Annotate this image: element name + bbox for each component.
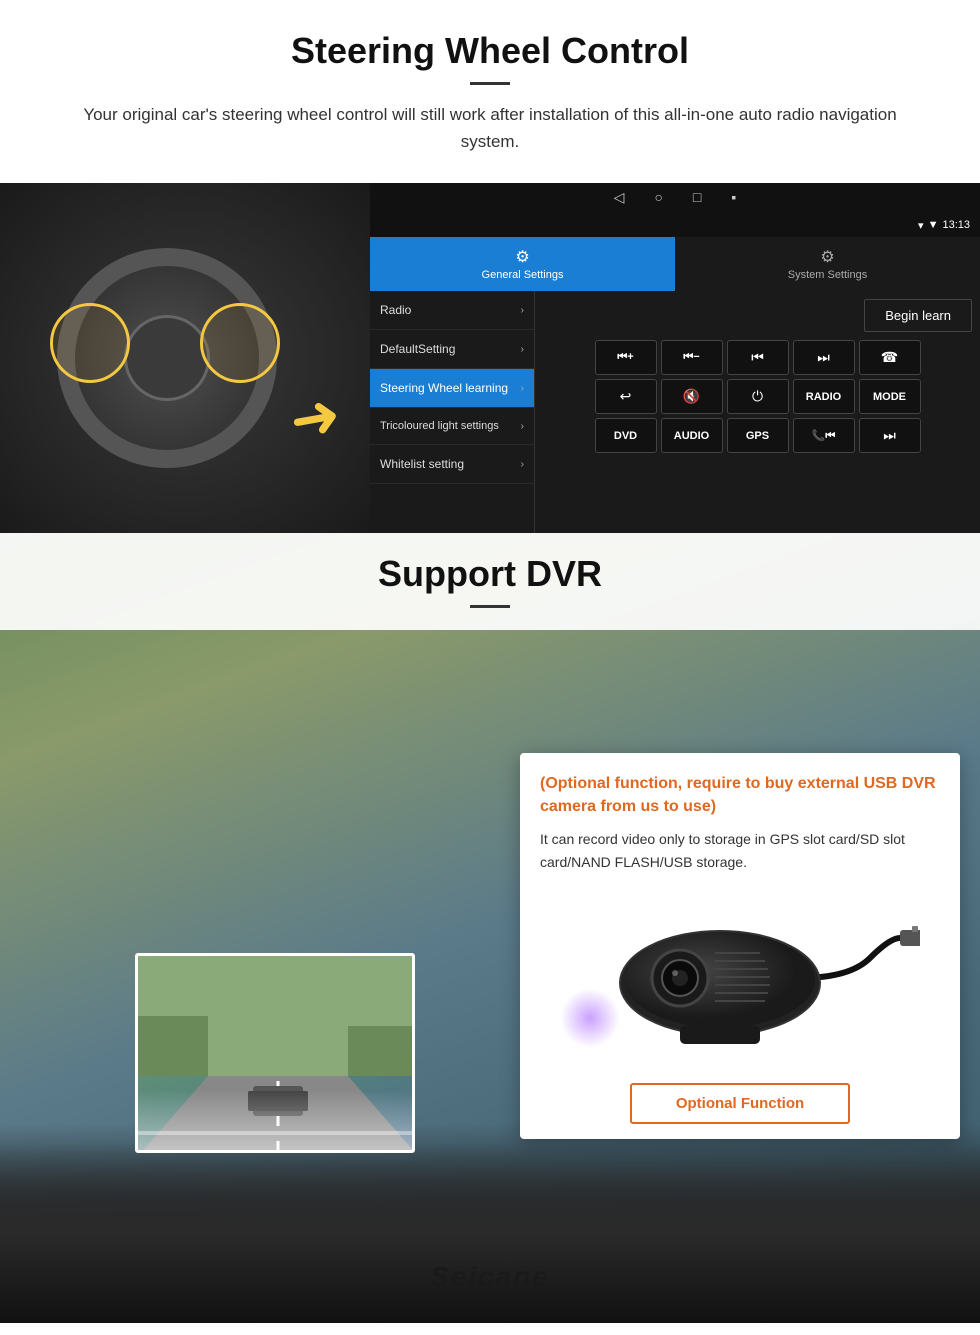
begin-learn-row: Begin learn (539, 295, 976, 336)
back-nav-icon[interactable]: ◁ (614, 189, 625, 207)
optional-function-button[interactable]: Optional Function (630, 1083, 850, 1124)
btn-gps[interactable]: GPS (727, 418, 789, 453)
menu-item-radio[interactable]: Radio › (370, 291, 534, 330)
chevron-default-icon: › (521, 344, 524, 355)
android-statusbar: ▾ ▼ 13:13 (370, 213, 980, 237)
section-dvr: Support DVR (Optional function, require … (0, 533, 980, 1323)
btn-radio[interactable]: RADIO (793, 379, 855, 414)
menu-tricoloured-label: Tricoloured light settings (380, 420, 499, 432)
dvr-bottom-overlay (0, 1143, 980, 1323)
highlight-right-buttons (200, 303, 280, 383)
menu-item-tricoloured[interactable]: Tricoloured light settings › (370, 408, 534, 445)
arrow-indicator: ➜ (284, 380, 346, 458)
btn-phone-prev[interactable]: 📞⏮ (793, 418, 855, 453)
dvr-recording-thumbnail (135, 953, 415, 1153)
menu-radio-label: Radio (380, 303, 411, 317)
android-navbar: ◁ ○ □ ▪ (370, 183, 980, 213)
btn-prev[interactable]: ⏮ (727, 340, 789, 375)
chevron-tri-icon: › (521, 421, 524, 432)
control-row-1: ⏮+ ⏮− ⏮ ⏭ ☎ (539, 340, 976, 375)
tab-system-settings[interactable]: ⚙ System Settings (675, 237, 980, 291)
status-time: 13:13 (942, 219, 970, 231)
dvr-description: It can record video only to storage in G… (540, 828, 940, 873)
dvr-optional-title: (Optional function, require to buy exter… (540, 773, 940, 818)
title-divider (470, 82, 510, 85)
steering-wheel-bg: ➜ (0, 183, 370, 533)
menu-steering-label: Steering Wheel learning (380, 381, 508, 395)
steering-demo-area: ➜ ◁ ○ □ ▪ ▾ ▼ 13:13 ⚙ Gen (0, 183, 980, 533)
menu-whitelist-label: Whitelist setting (380, 457, 464, 471)
tab-general-settings[interactable]: ⚙ General Settings (370, 237, 675, 291)
btn-mute[interactable]: 🔇 (661, 379, 723, 414)
chevron-whitelist-icon: › (521, 459, 524, 470)
signal-icon: ▼ (928, 219, 939, 231)
wifi-icon: ▾ (918, 219, 924, 232)
btn-mode[interactable]: MODE (859, 379, 921, 414)
control-row-3: DVD AUDIO GPS 📞⏮ ⏭ (539, 418, 976, 453)
highlight-left-buttons (50, 303, 130, 383)
btn-vol-up[interactable]: ⏮+ (595, 340, 657, 375)
system-settings-icon: ⚙ (820, 247, 834, 267)
recent-nav-icon[interactable]: □ (693, 189, 701, 207)
camera-light-effect (560, 988, 620, 1048)
menu-item-whitelist[interactable]: Whitelist setting › (370, 445, 534, 484)
settings-menu: Radio › DefaultSetting › Steering Wheel … (370, 291, 535, 533)
menu-item-steering-learning[interactable]: Steering Wheel learning › (370, 369, 534, 408)
statusbar-icons: ▾ ▼ 13:13 (918, 219, 970, 232)
settings-content: Radio › DefaultSetting › Steering Wheel … (370, 291, 980, 533)
btn-dvd[interactable]: DVD (595, 418, 657, 453)
settings-tabs: ⚙ General Settings ⚙ System Settings (370, 237, 980, 291)
btn-vol-down[interactable]: ⏮− (661, 340, 723, 375)
menu-defaultsetting-label: DefaultSetting (380, 342, 455, 356)
android-ui-panel: ◁ ○ □ ▪ ▾ ▼ 13:13 ⚙ General Settings (370, 183, 980, 533)
home-nav-icon[interactable]: ○ (654, 189, 662, 207)
steering-description: Your original car's steering wheel contr… (60, 101, 920, 155)
dvr-title: Support DVR (40, 553, 940, 595)
general-settings-icon: ⚙ (515, 247, 529, 267)
btn-hangup[interactable]: ↩ (595, 379, 657, 414)
control-row-2: ↩ 🔇 ⏻ RADIO MODE (539, 379, 976, 414)
dvr-title-divider (470, 605, 510, 608)
btn-audio[interactable]: AUDIO (661, 418, 723, 453)
btn-power[interactable]: ⏻ (727, 379, 789, 414)
general-settings-label: General Settings (482, 269, 564, 281)
btn-skip[interactable]: ⏭ (859, 418, 921, 453)
steering-button-grid: Begin learn ⏮+ ⏮− ⏮ ⏭ ☎ ↩ 🔇 ⏻ RADIO (535, 291, 980, 533)
begin-learn-button[interactable]: Begin learn (864, 299, 972, 332)
menu-item-defaultsetting[interactable]: DefaultSetting › (370, 330, 534, 369)
menu-nav-icon[interactable]: ▪ (731, 189, 736, 207)
dvr-road-view (138, 956, 415, 1153)
seicane-brand: Seicane (430, 1261, 550, 1293)
section-steering: Steering Wheel Control Your original car… (0, 0, 980, 533)
steering-header: Steering Wheel Control Your original car… (0, 0, 980, 165)
chevron-steering-icon: › (521, 383, 524, 394)
btn-next[interactable]: ⏭ (793, 340, 855, 375)
chevron-radio-icon: › (521, 305, 524, 316)
system-settings-label: System Settings (788, 269, 867, 281)
steering-title: Steering Wheel Control (60, 30, 920, 72)
steering-wheel-image: ➜ (0, 183, 370, 533)
btn-phone[interactable]: ☎ (859, 340, 921, 375)
dvr-info-card: (Optional function, require to buy exter… (520, 753, 960, 1139)
dvr-camera-image (540, 888, 940, 1068)
dvr-header: Support DVR (0, 533, 980, 630)
